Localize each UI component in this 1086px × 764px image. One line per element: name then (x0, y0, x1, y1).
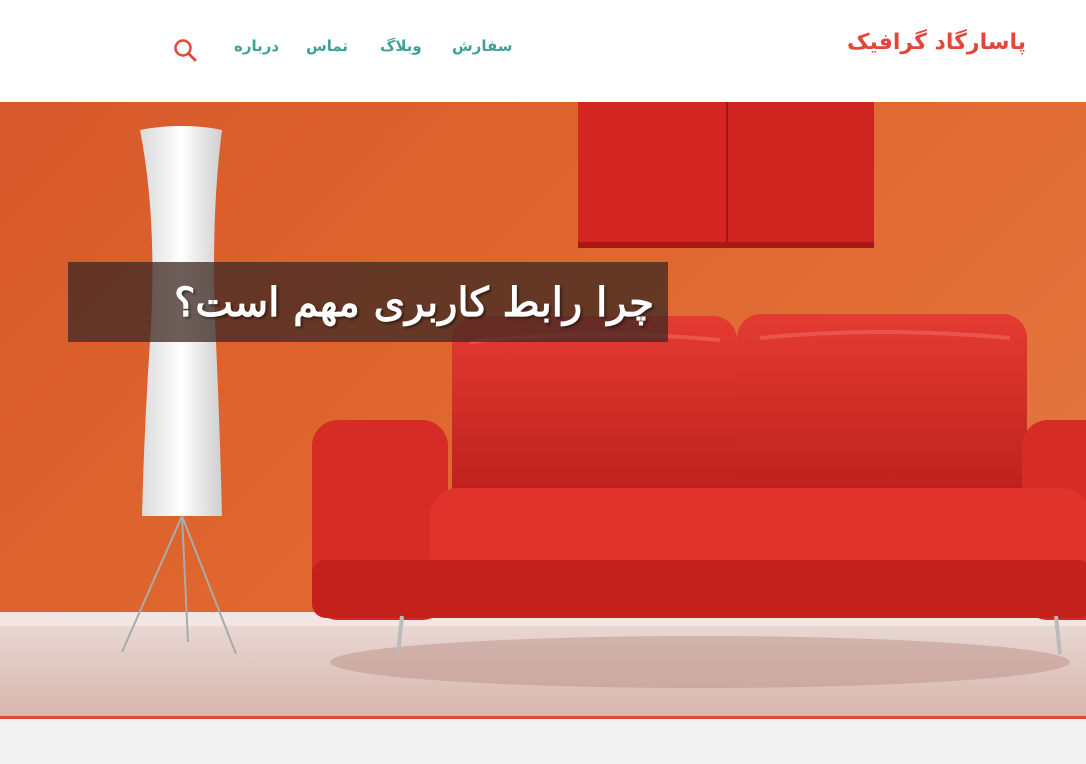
content-area (0, 719, 1086, 764)
site-header: پاسارگاد گرافیک سفارش وبلاگ تماس درباره (0, 0, 1086, 102)
hero-title: چرا رابط کاربری مهم است؟ (174, 278, 654, 326)
site-logo-text[interactable]: پاسارگاد گرافیک (847, 30, 1026, 55)
search-icon (174, 39, 197, 62)
search-button[interactable] (172, 37, 198, 63)
hero-image (0, 102, 1086, 716)
hero-banner: چرا رابط کاربری مهم است؟ (0, 102, 1086, 716)
nav-item-about[interactable]: درباره (234, 37, 279, 55)
wall-cabinet (578, 102, 874, 248)
floor-lamp (121, 126, 237, 655)
hero-title-box: چرا رابط کاربری مهم است؟ (68, 262, 668, 342)
nav-item-contact[interactable]: تماس (306, 37, 348, 55)
nav-item-blog[interactable]: وبلاگ (380, 37, 422, 55)
nav-item-order[interactable]: سفارش (452, 37, 513, 55)
